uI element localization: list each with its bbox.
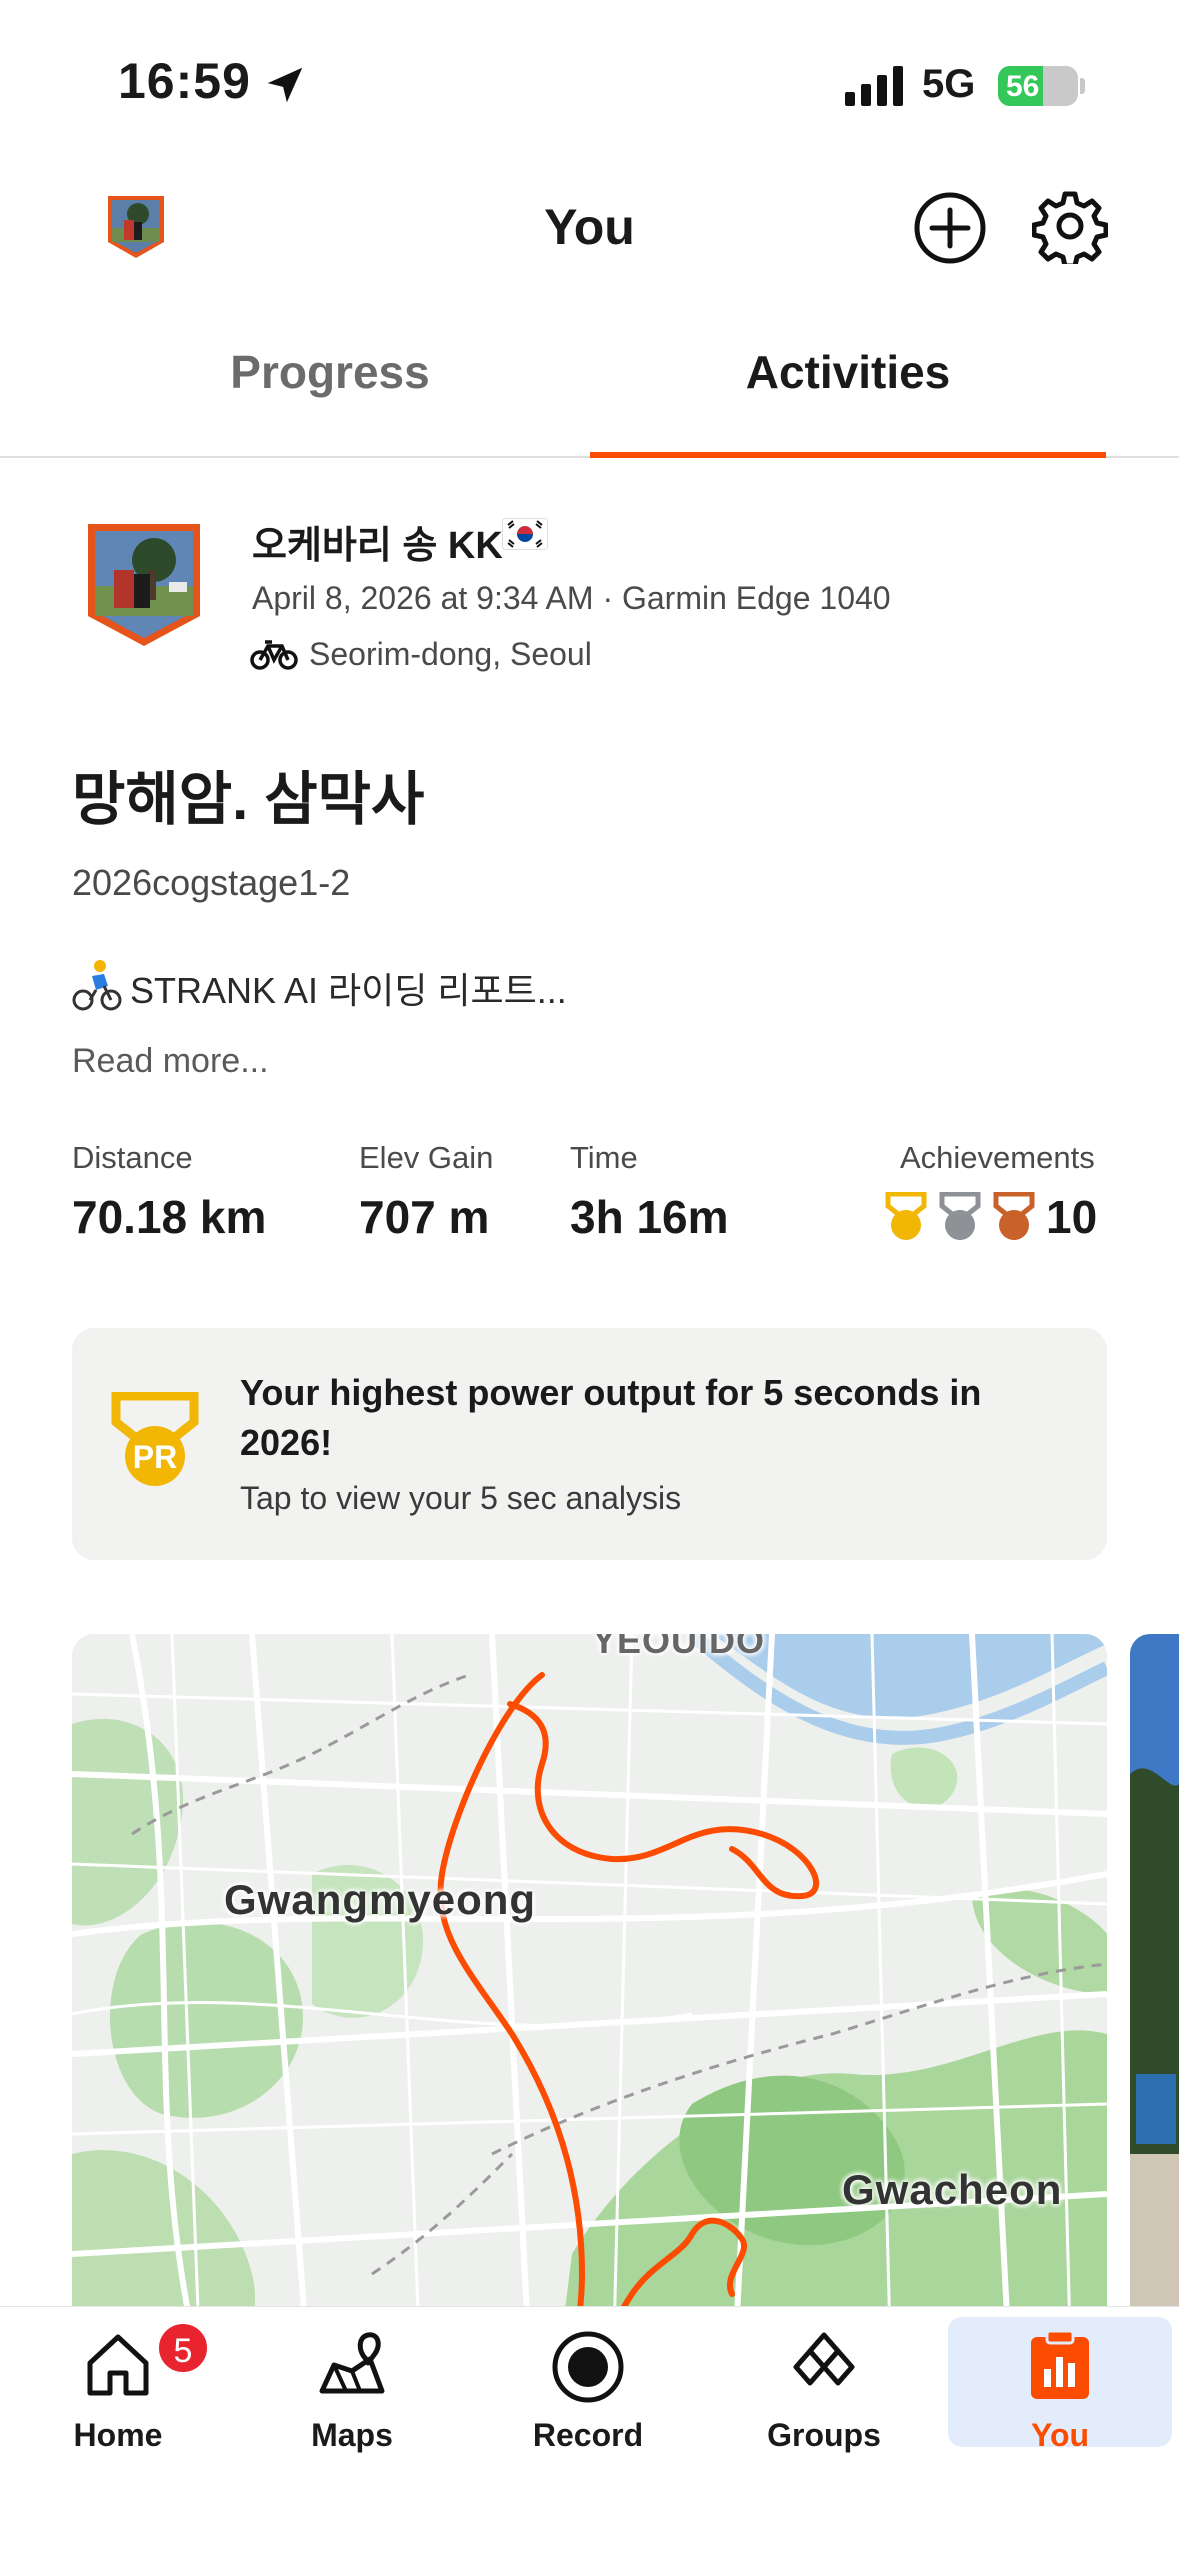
distance-label: Distance bbox=[72, 1140, 193, 1175]
gear-icon[interactable] bbox=[1032, 188, 1108, 264]
network-type: 5G bbox=[922, 62, 976, 106]
tabbar-maps[interactable]: Maps bbox=[252, 2307, 452, 2457]
activity-photo-thumbnail[interactable] bbox=[1130, 1634, 1179, 2414]
segmented-tabs: Progress Activities bbox=[0, 330, 1179, 458]
battery-icon: 56 bbox=[998, 66, 1078, 106]
read-more-link[interactable]: Read more... bbox=[72, 1042, 269, 1081]
cellular-signal-icon bbox=[845, 66, 903, 106]
activity-tag: 2026cogstage1-2 bbox=[72, 862, 351, 903]
maps-icon bbox=[319, 2332, 385, 2394]
battery-percent: 56 bbox=[1006, 70, 1040, 103]
page-title: You bbox=[544, 199, 635, 255]
add-icon[interactable] bbox=[912, 190, 988, 266]
home-icon bbox=[87, 2334, 149, 2396]
elev-gain-label: Elev Gain bbox=[359, 1140, 494, 1175]
pr-title: Your highest power output for 5 seconds … bbox=[240, 1372, 982, 1463]
map-label-gwangmyeong: Gwangmyeong bbox=[224, 1876, 537, 1923]
cyclist-icon bbox=[72, 960, 122, 1011]
tab-progress[interactable]: Progress bbox=[70, 330, 590, 458]
athlete-avatar[interactable] bbox=[84, 520, 204, 650]
groups-icon bbox=[793, 2332, 855, 2386]
bike-icon bbox=[250, 640, 298, 670]
bottom-tab-bar: 5 Home Maps Record Groups You bbox=[0, 2306, 1179, 2556]
map-label-gwacheon: Gwacheon bbox=[842, 2166, 1063, 2213]
tabbar-you[interactable]: You bbox=[948, 2317, 1172, 2453]
activity-photo-image bbox=[1130, 1634, 1179, 2414]
athlete-name[interactable]: 오케바리 송 KK bbox=[252, 514, 503, 569]
bronze-medal-icon bbox=[993, 1192, 1035, 1240]
gold-medal-icon bbox=[885, 1192, 927, 1240]
distance-value: 70.18 km bbox=[72, 1191, 267, 1243]
location-arrow-icon bbox=[267, 67, 303, 103]
map-canvas bbox=[72, 1634, 1107, 2414]
active-tab-indicator bbox=[590, 452, 1106, 458]
activity-title[interactable]: 망해암. 삼막사 bbox=[72, 752, 424, 836]
activity-location: Seorim-dong, Seoul bbox=[309, 636, 592, 672]
tabbar-home[interactable]: 5 Home bbox=[18, 2307, 218, 2457]
pr-highlight-card[interactable]: PR Your highest power output for 5 secon… bbox=[72, 1328, 1107, 1560]
tabbar-you-label: You bbox=[1030, 2417, 1090, 2453]
record-icon bbox=[552, 2331, 624, 2403]
page-header: You bbox=[0, 170, 1179, 290]
tab-activities[interactable]: Activities bbox=[588, 330, 1108, 458]
time-label: Time bbox=[570, 1140, 638, 1175]
battery-tip bbox=[1080, 78, 1085, 94]
status-bar: 16:59 5G 56 bbox=[0, 0, 1179, 150]
achievements-count: 10 bbox=[1046, 1191, 1098, 1243]
tabbar-home-label: Home bbox=[73, 2417, 163, 2453]
tabbar-groups[interactable]: Groups bbox=[724, 2307, 924, 2457]
tabbar-groups-label: Groups bbox=[767, 2417, 881, 2453]
elev-gain-value: 707 m bbox=[359, 1191, 490, 1243]
you-icon bbox=[1031, 2329, 1089, 2399]
pr-subtitle: Tap to view your 5 sec analysis bbox=[240, 1480, 682, 1516]
activity-description: STRANK AI 라이딩 리포트... bbox=[130, 970, 567, 1011]
time-value: 3h 16m bbox=[570, 1191, 729, 1243]
achievements-label: Achievements bbox=[900, 1140, 1095, 1175]
home-notification-badge: 5 bbox=[156, 2321, 210, 2375]
activity-meta: April 8, 2026 at 9:34 AM · Garmin Edge 1… bbox=[252, 580, 891, 616]
map-label-yeouido: YEOUIDO bbox=[592, 1634, 766, 1661]
tabbar-record[interactable]: Record bbox=[488, 2307, 688, 2457]
tabbar-maps-label: Maps bbox=[311, 2417, 393, 2453]
korea-flag-icon bbox=[502, 518, 548, 550]
pr-badge-text: PR bbox=[133, 1439, 177, 1475]
pr-medal-icon: PR bbox=[111, 1392, 199, 1486]
achievement-medals[interactable] bbox=[884, 1192, 1036, 1242]
silver-medal-icon bbox=[939, 1192, 981, 1240]
status-time: 16:59 bbox=[118, 53, 251, 109]
route-map[interactable]: YEOUIDO Gwangmyeong Gwacheon bbox=[72, 1634, 1107, 2414]
tabbar-record-label: Record bbox=[532, 2417, 644, 2453]
